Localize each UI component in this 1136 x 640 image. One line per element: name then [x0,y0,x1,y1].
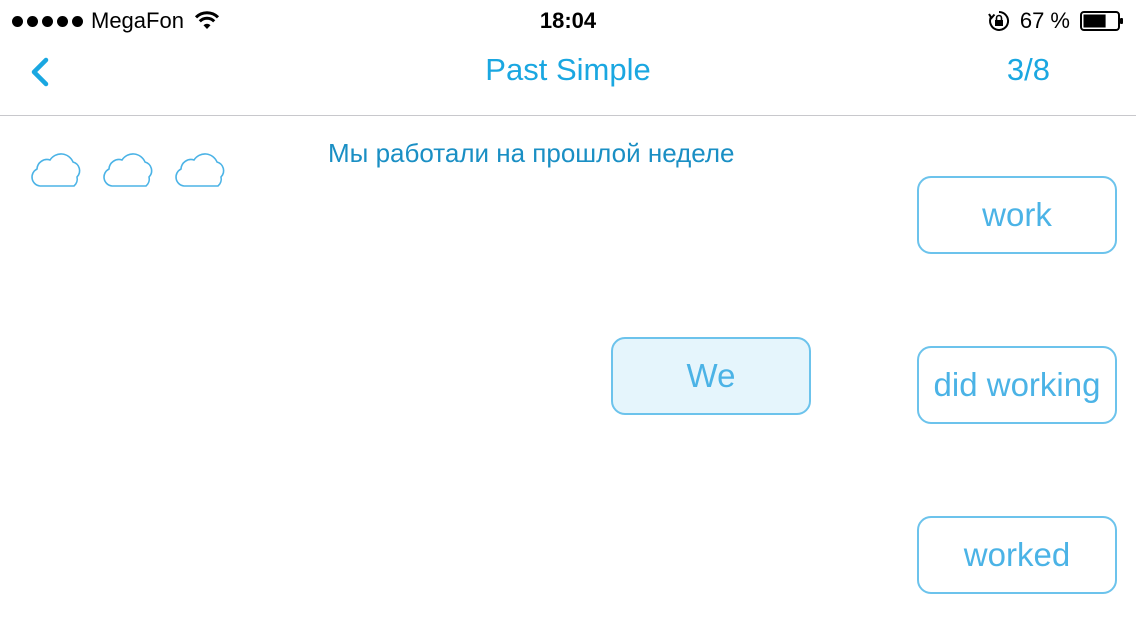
answer-word-chip[interactable]: We [611,337,811,415]
screen: MegaFon 18:04 67 % Past Simple 3/8 Мы ра… [0,0,1136,640]
battery-percent: 67 % [1019,8,1070,33]
translation-prompt: Мы работали на прошлой неделе [328,138,735,168]
option-word-chip[interactable]: work [917,176,1117,254]
battery-icon [1080,11,1123,31]
option-word-chip[interactable]: did working [917,346,1117,424]
option-word-chip[interactable]: worked [917,516,1117,594]
status-bar: MegaFon 18:04 67 % [0,0,1136,40]
lives-indicator [28,148,232,190]
navigation-bar: Past Simple 3/8 [0,40,1136,116]
orientation-lock-icon [987,10,1009,31]
status-right: 67 % [987,8,1124,34]
question-progress: 3/8 [1006,52,1050,87]
cloud-icon [31,153,81,187]
page-title: Past Simple [485,52,651,87]
status-time: 18:04 [539,8,597,33]
cloud-icon [103,153,153,187]
cloud-icon [175,153,225,187]
